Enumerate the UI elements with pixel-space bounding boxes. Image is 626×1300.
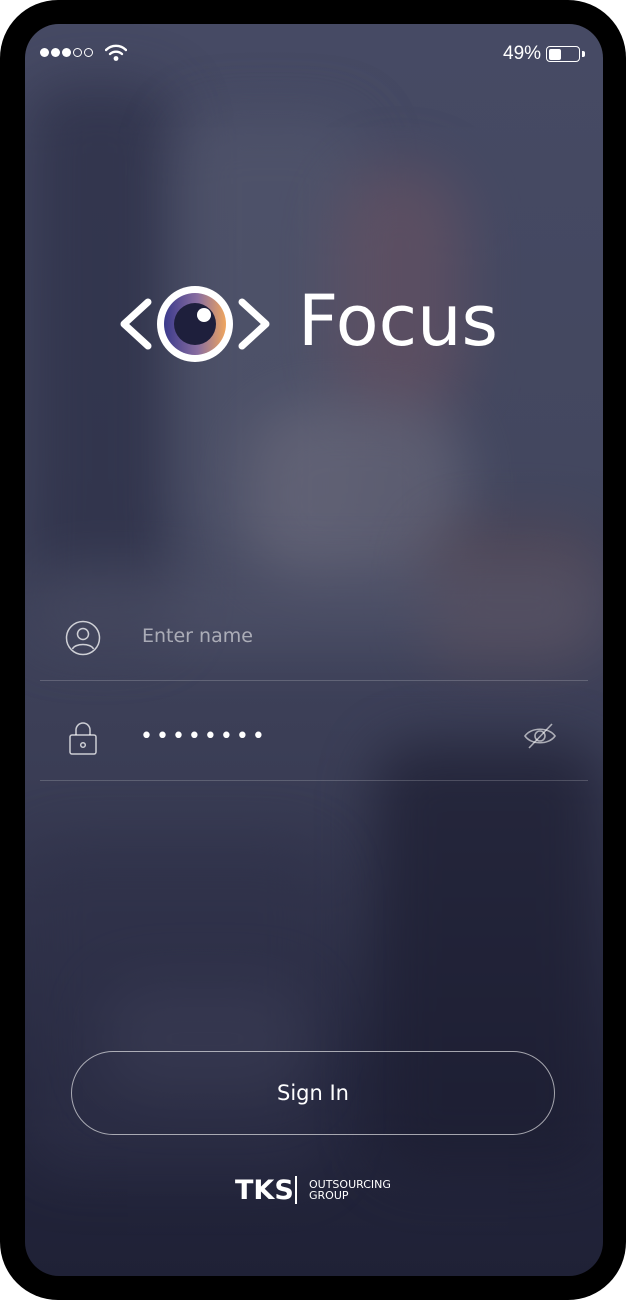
- eye-slash-icon[interactable]: [523, 721, 557, 751]
- user-icon: [65, 620, 101, 656]
- battery-percent: 49%: [503, 43, 542, 64]
- password-field: ••••••••: [40, 691, 588, 781]
- battery-level: [548, 48, 561, 60]
- screen: 49% Focus Enter name •••••••• Sign In TK…: [25, 24, 603, 1276]
- phone-frame: 49% Focus Enter name •••••••• Sign In TK…: [0, 0, 626, 1300]
- wifi-icon: [105, 44, 127, 61]
- status-bar: 49%: [25, 24, 603, 84]
- app-logo: Focus: [118, 280, 528, 370]
- battery-icon: [546, 46, 580, 62]
- name-field: [40, 591, 588, 681]
- name-input[interactable]: [140, 617, 504, 655]
- sign-in-button[interactable]: Sign In: [71, 1051, 555, 1135]
- brand-name: TKS: [235, 1175, 294, 1206]
- password-input[interactable]: ••••••••: [140, 717, 268, 757]
- signal-dots-icon: [40, 48, 93, 57]
- lock-icon: [69, 722, 97, 755]
- app-name: Focus: [298, 280, 498, 362]
- eye-logo-icon: [120, 286, 270, 362]
- brand-subtitle: OUTSOURCING GROUP: [309, 1178, 391, 1202]
